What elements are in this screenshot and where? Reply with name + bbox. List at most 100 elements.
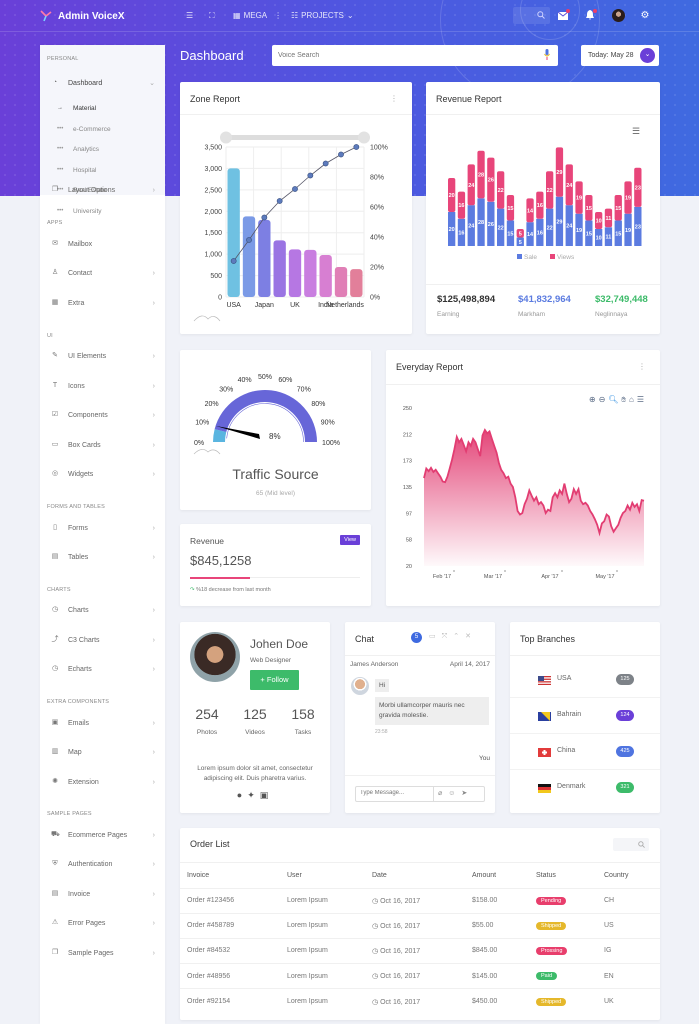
column-header-status[interactable]: Status	[529, 863, 597, 889]
top-search-input[interactable]	[513, 7, 550, 24]
stat-label: Earning	[437, 311, 460, 318]
projects-menu-button[interactable]: ☷ PROJECTS ⌄	[291, 11, 354, 20]
mail-button[interactable]	[557, 9, 570, 22]
globe-icon[interactable]: ●	[237, 790, 247, 800]
date-text: Oct 16, 2017	[380, 897, 421, 905]
sidebar-subitem-analytics[interactable]: ••• Analytics	[40, 144, 165, 156]
microphone-icon[interactable]	[544, 49, 550, 60]
chevron-right-icon: ›	[152, 411, 155, 419]
mega-menu-button[interactable]: ▦ MEGA ⋮	[233, 11, 282, 20]
top-navbar: Admin VoiceX ☰ ⛶ ▦ MEGA ⋮ ☷ PROJECTS ⌄ ⚙	[0, 0, 699, 32]
order-list-card: Order List Invoice User Date Amount Status Co…	[180, 828, 660, 1020]
sidebar-subitem-label: e-Commerce	[73, 126, 111, 133]
sidebar-item-c3-charts[interactable]: ⤴ C3 Charts ›	[40, 633, 165, 647]
chat-input-group: ⌀☺➤	[355, 786, 485, 802]
settings-button[interactable]: ⚙	[639, 10, 651, 22]
kebab-menu-icon[interactable]: ⋮	[390, 94, 398, 103]
sidebar-item-extension[interactable]: ✺ Extension ›	[40, 775, 165, 789]
table-row[interactable]: Order #48956 Lorem Ipsum ◷ Oct 16, 2017 $145…	[180, 963, 660, 990]
send-icon[interactable]: ➤	[461, 790, 473, 797]
order-search-input[interactable]	[613, 838, 649, 851]
sidebar-item-extra[interactable]: ▦ Extra ›	[40, 296, 165, 310]
pareto-point	[246, 237, 252, 243]
sidebar-subitem-hospital[interactable]: ••• Hospital	[40, 165, 165, 177]
sidebar-item-invoice[interactable]: ▤ Invoice ›	[40, 887, 165, 901]
sidebar-item-ecommerce-pages[interactable]: ⛟ Ecommerce Pages ›	[40, 828, 165, 842]
column-header-amount[interactable]: Amount	[465, 863, 529, 889]
table-row[interactable]: Order #123456 Lorem Ipsum ◷ Oct 16, 2017 $15…	[180, 888, 660, 914]
branch-row[interactable]: China 425	[510, 734, 660, 770]
voice-search-input[interactable]	[278, 52, 528, 59]
sidebar-item-sample-pages[interactable]: ❐ Sample Pages ›	[40, 946, 165, 960]
sidebar-item-forms[interactable]: ▯ Forms ›	[40, 521, 165, 535]
date-cell: ◷ Oct 16, 2017	[365, 888, 465, 914]
view-button[interactable]: View	[340, 535, 360, 545]
branch-row[interactable]: Denmark 321	[510, 770, 660, 806]
date-picker-button[interactable]: Today: May 28 ⌄	[581, 45, 659, 66]
sidebar-toggle-button[interactable]: ☰	[186, 11, 193, 20]
sidebar-item-layout-options[interactable]: ❐ Layout Options ›	[40, 183, 165, 197]
twitter-icon[interactable]: ✦	[247, 790, 260, 800]
gear-icon: ⚙	[640, 10, 650, 21]
sidebar-subitem-material[interactable]: → Material	[40, 103, 165, 115]
expand-icon[interactable]: ⤧	[442, 633, 454, 640]
status-cell: Paid	[529, 963, 597, 990]
sidebar-item-components[interactable]: ☑ Components ›	[40, 408, 165, 422]
voice-search-field[interactable]	[272, 45, 558, 66]
sidebar-subitem-ecommerce[interactable]: ••• e-Commerce	[40, 124, 165, 136]
sidebar-item-charts[interactable]: ◷ Charts ›	[40, 603, 165, 617]
table-row[interactable]: Order #458789 Lorem Ipsum ◷ Oct 16, 2017 $55…	[180, 913, 660, 939]
bar-value-label: 19	[625, 196, 631, 202]
user-cell: Lorem Ipsum	[280, 963, 365, 990]
table-row[interactable]: Order #92154 Lorem Ipsum ◷ Oct 16, 2017 $450…	[180, 989, 660, 1014]
user-avatar[interactable]	[612, 9, 625, 22]
invoice-cell: Order #48956	[180, 963, 280, 990]
paperclip-icon[interactable]: ⌀	[438, 790, 448, 797]
fullscreen-button[interactable]: ⛶	[209, 11, 215, 21]
table-row[interactable]: Order #84532 Lorem Ipsum ◷ Oct 16, 2017 $845…	[180, 938, 660, 965]
notifications-button[interactable]	[584, 9, 597, 22]
facebook-icon[interactable]: ▣	[260, 790, 274, 800]
minimize-icon[interactable]: ▭	[429, 633, 442, 640]
sidebar-item-widgets[interactable]: ◎ Widgets ›	[40, 467, 165, 481]
kebab-menu-icon[interactable]: ⋮	[638, 362, 646, 371]
sidebar-item-authentication[interactable]: ⛨ Authentication ›	[40, 857, 165, 871]
chevron-up-icon[interactable]: ⌃	[453, 633, 465, 640]
column-header-date[interactable]: Date	[365, 863, 465, 889]
sidebar-item-box-cards[interactable]: ▭ Box Cards ›	[40, 438, 165, 452]
profile-stat-value: 125	[243, 706, 267, 722]
sidebar-item-echarts[interactable]: ◷ Echarts ›	[40, 662, 165, 676]
sidebar-item-ui-elements[interactable]: ✎ UI Elements ›	[40, 349, 165, 363]
sidebar-item-error-pages[interactable]: ⚠ Error Pages ›	[40, 916, 165, 930]
stat-value: $32,749,448	[595, 294, 648, 305]
invoice-icon: ▤	[51, 890, 59, 897]
sidebar-item-map[interactable]: ▥ Map ›	[40, 745, 165, 759]
column-header-invoice[interactable]: Invoice	[180, 863, 280, 889]
follow-button[interactable]: + Follow	[250, 670, 299, 690]
column-header-country[interactable]: Country	[597, 863, 660, 889]
sidebar-item-tables[interactable]: ▤ Tables ›	[40, 550, 165, 564]
sidebar-item-emails[interactable]: ▣ Emails ›	[40, 716, 165, 730]
column-header-user[interactable]: User	[280, 863, 365, 889]
bar-value-label: 29	[556, 170, 562, 176]
status-badge: Shipped	[536, 921, 567, 930]
brand[interactable]: Admin VoiceX	[40, 10, 125, 22]
sidebar-item-label: Invoice	[68, 890, 91, 898]
sidebar-item-icons[interactable]: T Icons ›	[40, 379, 165, 393]
gauge-tick-label: 30%	[219, 387, 233, 394]
chat-message-input[interactable]	[360, 790, 430, 796]
emoji-icon[interactable]: ☺	[448, 790, 461, 797]
bar-value-label: 28	[478, 173, 484, 179]
sidebar-item-dashboard[interactable]: ◔ Dashboard ⌄	[40, 76, 165, 90]
branch-row[interactable]: Bahrain 124	[510, 698, 660, 734]
sidebar-item-mailbox[interactable]: ✉ Mailbox	[40, 237, 165, 251]
notification-dot	[593, 9, 597, 13]
sidebar-item-contact[interactable]: ♙ Contact ›	[40, 266, 165, 280]
gauge-tick-label: 20%	[205, 401, 219, 408]
branch-row[interactable]: USA 125	[510, 662, 660, 698]
sidebar-subitem-university[interactable]: ••• University	[40, 206, 165, 218]
bar-value-label: 16	[537, 203, 543, 209]
close-icon[interactable]: ✕	[465, 633, 477, 640]
grid-icon: ▦	[51, 299, 59, 306]
gauge-value-label: 8%	[269, 432, 281, 441]
